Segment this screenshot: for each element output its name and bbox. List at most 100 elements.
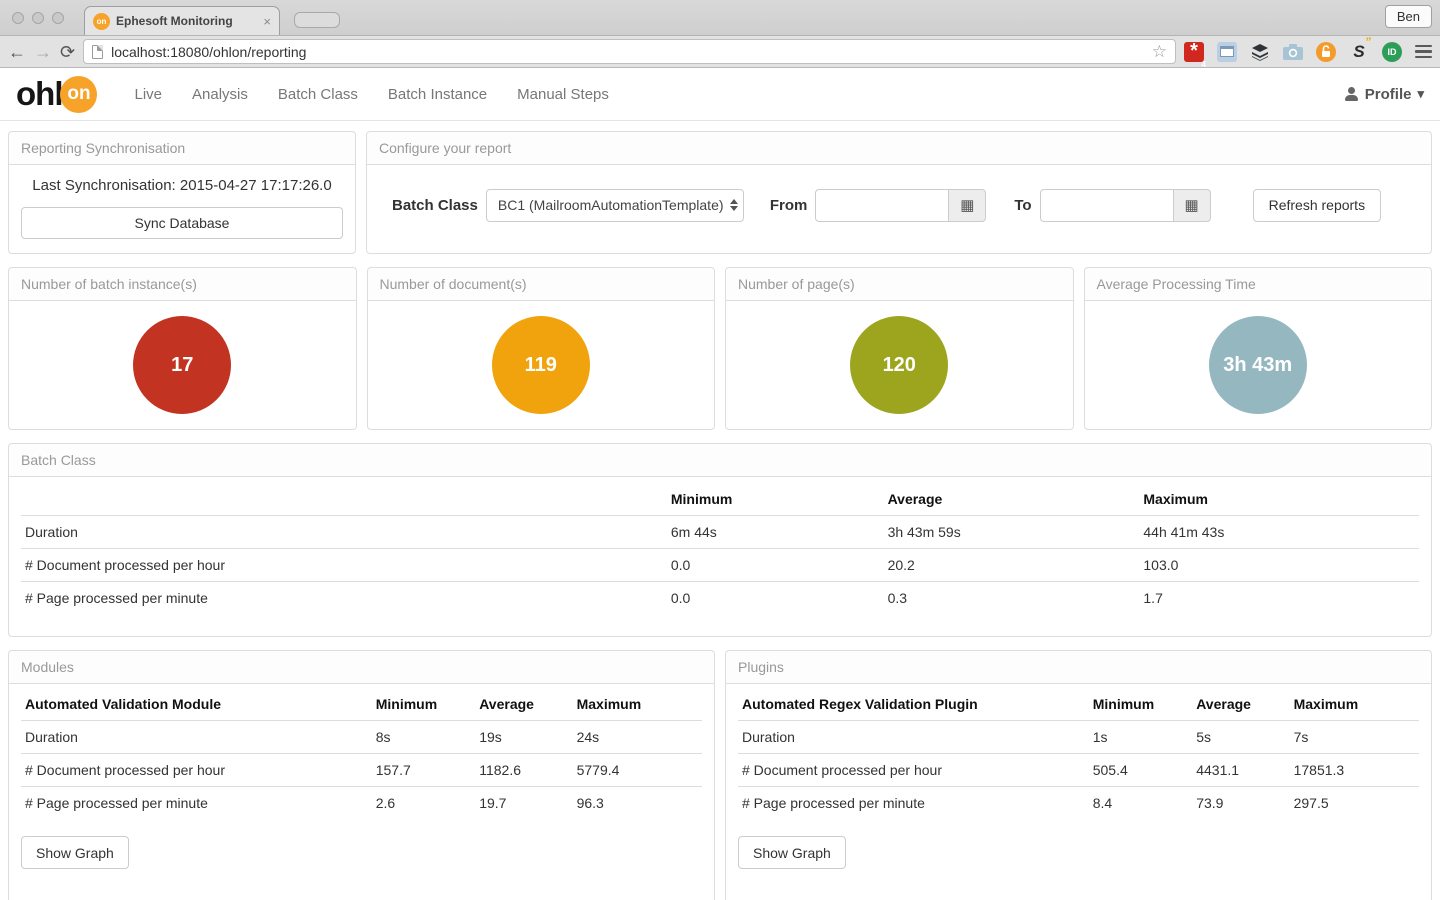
- col-average: Average: [884, 483, 1140, 516]
- table-row: # Page processed per minute2.6 19.796.3: [21, 787, 702, 820]
- back-icon[interactable]: ←: [8, 43, 26, 61]
- col-minimum: Minimum: [667, 483, 884, 516]
- table-row: Duration1s 5s7s: [738, 721, 1419, 754]
- url-text[interactable]: localhost:18080/ohlon/reporting: [111, 44, 1144, 60]
- address-bar[interactable]: localhost:18080/ohlon/reporting ☆: [83, 39, 1176, 64]
- stat-card-avg-processing-time: Average Processing Time 3h 43m: [1084, 267, 1433, 430]
- col-maximum: Maximum: [1139, 483, 1419, 516]
- window-controls[interactable]: [12, 12, 64, 24]
- ohlon-logo[interactable]: ohl on: [16, 75, 97, 113]
- stat-card-documents: Number of document(s) 119: [367, 267, 716, 430]
- window-extension-icon[interactable]: [1217, 42, 1237, 62]
- new-tab-button[interactable]: [294, 12, 340, 28]
- content: Reporting Synchronisation Last Synchroni…: [0, 121, 1440, 900]
- page: ohl on Live Analysis Batch Class Batch I…: [0, 68, 1440, 900]
- lastpass-extension-icon[interactable]: * 4: [1184, 42, 1204, 62]
- logo-text: ohl: [16, 75, 62, 113]
- close-window-icon[interactable]: [12, 12, 24, 24]
- col-minimum: Minimum: [1089, 893, 1193, 900]
- batch-class-table: Minimum Average Maximum Duration6m 44s 3…: [21, 483, 1419, 614]
- profile-menu[interactable]: Profile ▾: [1344, 86, 1424, 103]
- nav-item-manual-steps[interactable]: Manual Steps: [502, 76, 624, 113]
- stat-circle: 17: [133, 316, 231, 414]
- col-minimum: Minimum: [372, 688, 476, 721]
- nav-item-batch-instance[interactable]: Batch Instance: [373, 76, 502, 113]
- to-label: To: [1014, 197, 1031, 214]
- s-extension-icon[interactable]: S: [1349, 42, 1369, 62]
- panel-title: Modules: [9, 651, 714, 684]
- forward-icon[interactable]: →: [34, 43, 52, 61]
- col-average: Average: [1192, 688, 1289, 721]
- col-maximum: Maximum: [1290, 688, 1419, 721]
- from-calendar-icon[interactable]: ▦: [948, 189, 986, 222]
- automated-validation-scripting-plugin-table: Automated Validation Scripting Plugin Mi…: [738, 893, 1419, 900]
- chevron-down-icon: ▾: [1417, 86, 1424, 102]
- configure-report-panel: Configure your report Batch Class BC1 (M…: [366, 131, 1432, 254]
- to-calendar-icon[interactable]: ▦: [1173, 189, 1211, 222]
- to-date-input[interactable]: [1040, 189, 1173, 222]
- browser-menu-icon[interactable]: [1415, 45, 1432, 59]
- stat-card-title: Average Processing Time: [1085, 268, 1432, 301]
- nav-item-analysis[interactable]: Analysis: [177, 76, 263, 113]
- refresh-reports-button[interactable]: Refresh reports: [1253, 189, 1381, 222]
- nav-item-live[interactable]: Live: [119, 76, 177, 113]
- browser-toolbar: ← → ⟳ localhost:18080/ohlon/reporting ☆ …: [0, 36, 1440, 68]
- browser-tab[interactable]: on Ephesoft Monitoring ×: [84, 6, 280, 35]
- table-row: # Document processed per hour505.4 4431.…: [738, 754, 1419, 787]
- id-extension-icon[interactable]: ID: [1382, 42, 1402, 62]
- profile-label: Profile: [1365, 86, 1412, 103]
- show-graph-button[interactable]: Show Graph: [21, 836, 129, 869]
- col-average: Average: [475, 688, 572, 721]
- stat-card-pages: Number of page(s) 120: [725, 267, 1074, 430]
- logo-bubble: on: [60, 76, 97, 113]
- col-minimum: Minimum: [372, 893, 476, 900]
- stat-card-title: Number of document(s): [368, 268, 715, 301]
- bookmark-star-icon[interactable]: ☆: [1152, 42, 1167, 62]
- stat-card-title: Number of page(s): [726, 268, 1073, 301]
- stat-circle: 3h 43m: [1209, 316, 1307, 414]
- browser-profile-button[interactable]: Ben: [1385, 5, 1432, 28]
- col-maximum: Maximum: [1290, 893, 1419, 900]
- from-date-input[interactable]: [815, 189, 948, 222]
- panel-title: Plugins: [726, 651, 1431, 684]
- automated-regex-validation-plugin-table: Automated Regex Validation Plugin Minimu…: [738, 688, 1419, 819]
- stat-card-title: Number of batch instance(s): [9, 268, 356, 301]
- app-navbar: ohl on Live Analysis Batch Class Batch I…: [0, 68, 1440, 121]
- table-row: # Document processed per hour157.7 1182.…: [21, 754, 702, 787]
- reload-icon[interactable]: ⟳: [60, 43, 75, 61]
- table-row: Duration8s 19s24s: [21, 721, 702, 754]
- from-label: From: [770, 197, 808, 214]
- camera-extension-icon[interactable]: [1283, 42, 1303, 62]
- user-icon: [1344, 87, 1359, 101]
- table-row: # Page processed per minute8.4 73.9297.5: [738, 787, 1419, 820]
- plugins-panel: Plugins Automated Regex Validation Plugi…: [725, 650, 1432, 900]
- batch-class-select[interactable]: BC1 (MailroomAutomationTemplate): [486, 189, 744, 222]
- nav-links: Live Analysis Batch Class Batch Instance…: [119, 76, 623, 113]
- batch-class-label: Batch Class: [392, 197, 478, 214]
- automated-validation-module-table: Automated Validation Module Minimum Aver…: [21, 688, 702, 819]
- select-arrows-icon: [730, 195, 738, 215]
- lock-extension-icon[interactable]: [1316, 42, 1336, 62]
- nav-item-batch-class[interactable]: Batch Class: [263, 76, 373, 113]
- panel-title: Batch Class: [9, 444, 1431, 477]
- col-minimum: Minimum: [1089, 688, 1193, 721]
- show-graph-button[interactable]: Show Graph: [738, 836, 846, 869]
- layers-extension-icon[interactable]: [1250, 42, 1270, 62]
- col-average: Average: [1192, 893, 1289, 900]
- col-maximum: Maximum: [573, 893, 702, 900]
- ohlon-favicon: on: [93, 13, 110, 30]
- close-tab-icon[interactable]: ×: [263, 14, 271, 29]
- modules-panel: Modules Automated Validation Module Mini…: [8, 650, 715, 900]
- tab-title: Ephesoft Monitoring: [116, 14, 257, 28]
- extension-icons: * 4 S ID: [1184, 42, 1432, 62]
- table-row: # Document processed per hour0.0 20.2103…: [21, 549, 1419, 582]
- batch-class-panel: Batch Class Minimum Average Maximum Dura…: [8, 443, 1432, 637]
- col-average: Average: [475, 893, 572, 900]
- zoom-window-icon[interactable]: [52, 12, 64, 24]
- minimize-window-icon[interactable]: [32, 12, 44, 24]
- stat-card-batch-instances: Number of batch instance(s) 17: [8, 267, 357, 430]
- sync-database-button[interactable]: Sync Database: [21, 207, 343, 239]
- stat-circle: 120: [850, 316, 948, 414]
- table-row: Duration6m 44s 3h 43m 59s44h 41m 43s: [21, 516, 1419, 549]
- stat-circle: 119: [492, 316, 590, 414]
